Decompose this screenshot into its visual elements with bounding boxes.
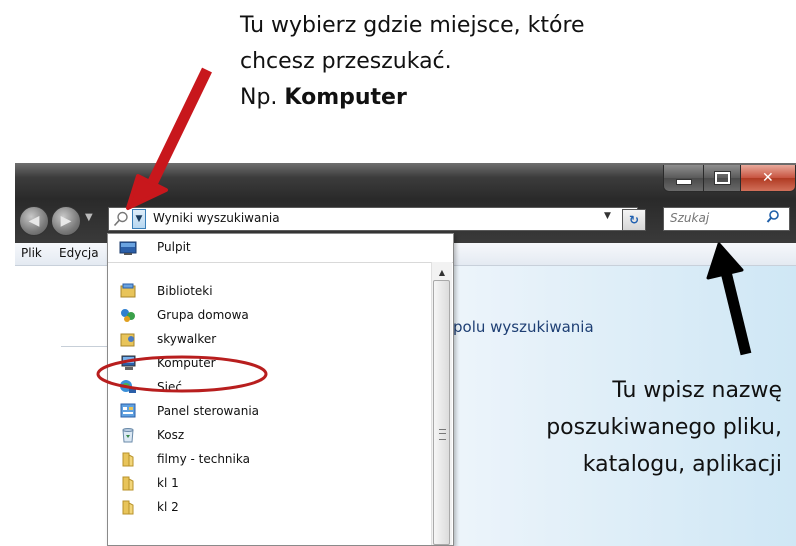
computer-icon [119, 355, 137, 371]
annotation-top-example-prefix: Np. [240, 85, 285, 110]
dropdown-item-folder[interactable]: kl 2 [108, 496, 426, 520]
dropdown-item-user[interactable]: skywalker [108, 328, 426, 352]
desktop-icon [119, 240, 137, 256]
dropdown-item-label: Sieć [157, 380, 182, 394]
explorer-window: ✕ ◀ ▶ ▼ ▼ Wyniki wyszukiwania ▼ ↻ Plik E… [15, 163, 796, 546]
dropdown-item-label: Komputer [157, 356, 216, 370]
search-box[interactable] [663, 207, 790, 231]
search-input[interactable] [670, 211, 760, 225]
dropdown-item-folder[interactable]: filmy - technika [108, 448, 426, 472]
user-folder-icon [119, 331, 137, 347]
scroll-grip-icon [439, 429, 446, 440]
libraries-icon [119, 283, 137, 299]
annotation-right-line1: Tu wpisz nazwę [612, 378, 782, 403]
dropdown-item-label: filmy - technika [157, 452, 250, 466]
dropdown-item-label: skywalker [157, 332, 217, 346]
location-dropdown-list: Pulpit Biblioteki Grupa domowa skywalker… [107, 233, 454, 546]
dropdown-item-label: Pulpit [157, 240, 191, 254]
maximize-button[interactable] [704, 165, 741, 191]
annotation-top-line1: Tu wybierz gdzie miejsce, które [240, 13, 585, 38]
folder-icon [119, 499, 137, 515]
address-history-button[interactable]: ▼ [604, 211, 611, 221]
dropdown-item-computer[interactable]: Komputer [108, 352, 426, 376]
folder-icon [119, 451, 137, 467]
refresh-button[interactable]: ↻ [622, 209, 646, 231]
caption-buttons: ✕ [663, 165, 796, 192]
dropdown-item-folder[interactable]: kl 1 [108, 472, 426, 496]
menu-file[interactable]: Plik [21, 246, 42, 260]
annotation-top: Tu wybierz gdzie miejsce, które chcesz p… [240, 8, 760, 116]
search-location-icon [111, 209, 130, 229]
dropdown-item-recycle-bin[interactable]: Kosz [108, 424, 426, 448]
annotation-top-example-bold: Komputer [284, 85, 407, 110]
dropdown-item-label: kl 1 [157, 476, 179, 490]
close-button[interactable]: ✕ [740, 165, 795, 191]
dropdown-item-label: kl 2 [157, 500, 179, 514]
forward-arrow-icon: ▶ [60, 213, 72, 229]
minimize-button[interactable] [664, 165, 705, 191]
scroll-up-icon[interactable]: ▲ [432, 264, 452, 280]
annotation-top-line2: chcesz przeszukać. [240, 49, 452, 74]
network-icon [119, 379, 137, 395]
back-arrow-icon: ◀ [28, 213, 40, 229]
chevron-down-icon: ▼ [85, 212, 93, 223]
homegroup-icon [119, 307, 137, 323]
search-info-text: polu wyszukiwania [453, 318, 594, 336]
dropdown-item-label: Kosz [157, 428, 185, 442]
search-icon[interactable] [766, 209, 780, 229]
control-panel-icon [119, 403, 137, 419]
annotation-right: Tu wpisz nazwę poszukiwanego pliku, kata… [470, 372, 782, 483]
dropdown-item-network[interactable]: Sieć [108, 376, 426, 400]
dropdown-item-homegroup[interactable]: Grupa domowa [108, 304, 426, 328]
dropdown-item-label: Grupa domowa [157, 308, 249, 322]
address-text: Wyniki wyszukiwania [153, 211, 280, 225]
location-dropdown-button[interactable]: ▼ [132, 209, 146, 229]
annotation-top-line3: Np. Komputer [240, 80, 760, 116]
dropdown-pinned-item[interactable]: Pulpit [108, 234, 453, 263]
dropdown-item-label: Panel sterowania [157, 404, 259, 418]
back-button[interactable]: ◀ [19, 206, 49, 236]
folder-icon [119, 475, 137, 491]
recycle-bin-icon [119, 427, 137, 443]
dropdown-item-libraries[interactable]: Biblioteki [108, 280, 426, 304]
menu-edit[interactable]: Edycja [59, 246, 99, 260]
dropdown-item-label: Biblioteki [157, 284, 213, 298]
annotation-right-line3: katalogu, aplikacji [582, 452, 782, 477]
refresh-icon: ↻ [628, 213, 640, 227]
title-bar: ✕ ◀ ▶ ▼ ▼ Wyniki wyszukiwania ▼ ↻ [15, 163, 796, 243]
chevron-down-icon: ▼ [135, 214, 143, 224]
minimize-icon [675, 179, 692, 185]
forward-button[interactable]: ▶ [51, 206, 81, 236]
close-icon: ✕ [762, 170, 774, 186]
address-bar[interactable]: ▼ Wyniki wyszukiwania ▼ [108, 207, 638, 231]
annotation-right-line2: poszukiwanego pliku, [546, 415, 782, 440]
dropdown-scrollbar[interactable]: ▲ [431, 262, 452, 545]
maximize-icon [713, 171, 731, 185]
scroll-thumb[interactable] [433, 280, 450, 545]
dropdown-item-control-panel[interactable]: Panel sterowania [108, 400, 426, 424]
recent-pages-button[interactable]: ▼ [85, 212, 93, 223]
